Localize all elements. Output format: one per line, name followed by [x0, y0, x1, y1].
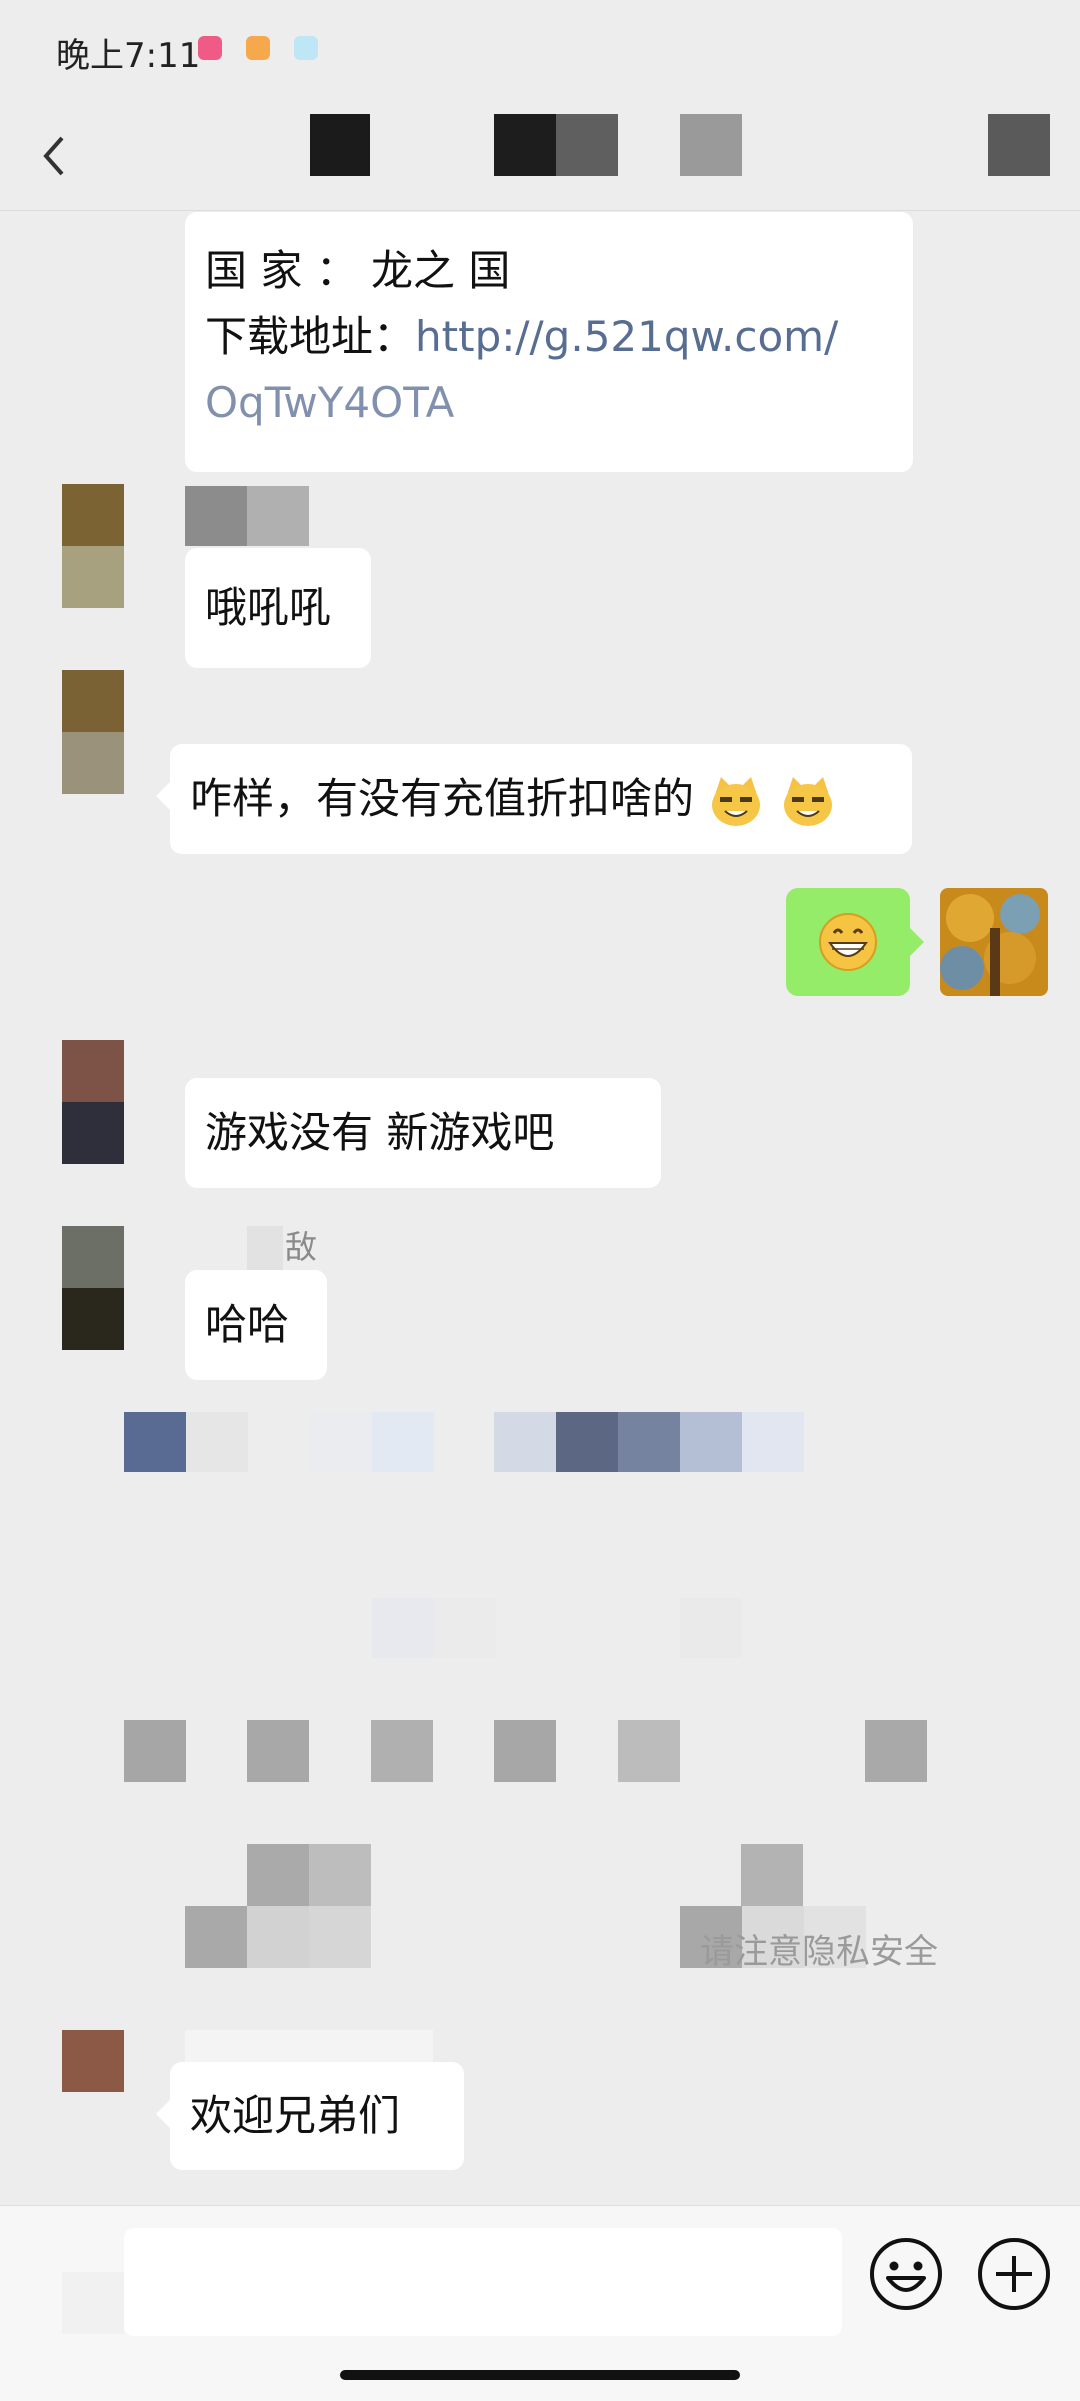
- avatar[interactable]: [62, 1226, 124, 1350]
- message-input[interactable]: [124, 2228, 842, 2336]
- cat-emoji-icon: [783, 776, 832, 826]
- emoji-button[interactable]: [868, 2236, 944, 2312]
- message-bubble[interactable]: 游戏没有 新游戏吧: [185, 1078, 661, 1188]
- more-button[interactable]: [988, 114, 1050, 176]
- emoji-face-icon: [870, 2238, 942, 2310]
- privacy-notice: 请注意隐私安全: [700, 1932, 938, 1972]
- download-label: 下载地址：: [205, 312, 416, 361]
- message-bubble-self[interactable]: [786, 888, 924, 996]
- download-link[interactable]: http://g.521qw.com/: [415, 312, 838, 361]
- info-line-download: 下载地址：http://g.521qw.com/: [205, 304, 893, 370]
- avatar[interactable]: [62, 484, 124, 608]
- message-bubble[interactable]: 咋样，有没有充值折扣啥的: [156, 744, 912, 854]
- sender-name-obscured: [185, 2030, 433, 2066]
- message-bubble[interactable]: 哦吼吼: [185, 548, 371, 668]
- notification-icon: [198, 36, 222, 60]
- cat-emoji-icon: [712, 776, 761, 826]
- message-text: 咋样，有没有充值折扣啥的: [190, 774, 695, 823]
- notification-icon: [294, 36, 318, 60]
- status-bar: 晚上7:11: [0, 0, 1080, 100]
- notification-icon: [246, 36, 270, 60]
- plus-circle-icon: [978, 2238, 1050, 2310]
- message-bubble[interactable]: 哈哈: [185, 1270, 327, 1380]
- status-time: 晚上7:11: [56, 36, 201, 76]
- my-avatar[interactable]: [940, 888, 1048, 996]
- grin-emoji-icon: [819, 913, 877, 971]
- chat-header: [0, 100, 1080, 211]
- avatar[interactable]: [62, 670, 124, 794]
- home-indicator[interactable]: [340, 2370, 740, 2380]
- sender-name-obscured: [247, 1226, 283, 1272]
- back-button[interactable]: [30, 118, 90, 188]
- voice-button[interactable]: [62, 2272, 124, 2334]
- avatar[interactable]: [62, 1040, 124, 1164]
- message-bubble[interactable]: 国 家 ： 龙之 国 下载地址：http://g.521qw.com/ OqTw…: [185, 212, 913, 472]
- info-line: 国 家 ： 龙之 国: [205, 246, 511, 295]
- download-link-continued[interactable]: OqTwY4OTA: [205, 370, 893, 436]
- chevron-left-icon: [43, 136, 64, 176]
- avatar[interactable]: [62, 2030, 124, 2092]
- message-bubble[interactable]: 欢迎兄弟们: [156, 2062, 464, 2170]
- avatar-image: [940, 888, 1048, 996]
- more-functions-button[interactable]: [976, 2236, 1052, 2312]
- sender-name: 敌: [285, 1228, 318, 1266]
